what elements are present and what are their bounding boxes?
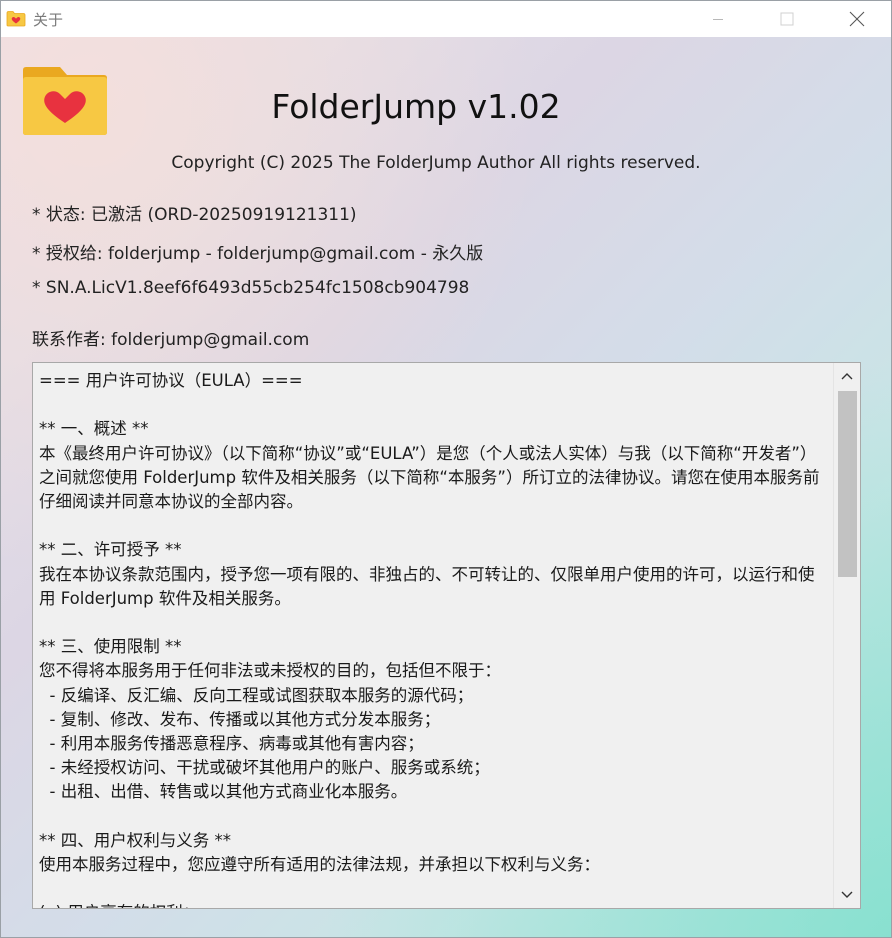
eula-scrollbar[interactable] (833, 363, 860, 908)
folder-heart-icon (6, 11, 26, 27)
minimize-icon (713, 19, 723, 20)
app-name: FolderJump v1.02 (271, 87, 561, 126)
maximize-icon (780, 12, 794, 26)
licensed-to: * 授权给: folderjump - folderjump@gmail.com… (32, 244, 484, 264)
scroll-thumb[interactable] (838, 391, 857, 577)
minimize-button[interactable] (695, 1, 741, 37)
window-title: 关于 (33, 11, 64, 29)
eula-text[interactable]: === 用户许可协议（EULA）=== ** 一、概述 ** 本《最终用户许可协… (39, 369, 829, 908)
scroll-up-button[interactable] (834, 363, 860, 389)
copyright-text: Copyright (C) 2025 The FolderJump Author… (171, 153, 701, 173)
contact-author: 联系作者: folderjump@gmail.com (32, 330, 310, 350)
license-status: * 状态: 已激活 (ORD-20250919121311) (32, 205, 357, 225)
chevron-up-icon (841, 373, 853, 380)
close-icon (849, 11, 865, 27)
about-window: 关于 FolderJump v1.02 Copyright (C) 2025 T… (0, 0, 892, 938)
about-content: FolderJump v1.02 Copyright (C) 2025 The … (1, 37, 891, 937)
app-title: FolderJump v1.02 (1, 87, 831, 126)
eula-textbox[interactable]: === 用户许可协议（EULA）=== ** 一、概述 ** 本《最终用户许可协… (32, 362, 861, 909)
chevron-down-icon (841, 891, 853, 898)
close-button[interactable] (834, 1, 880, 37)
scroll-down-button[interactable] (834, 882, 860, 908)
maximize-button[interactable] (764, 1, 810, 37)
title-bar[interactable]: 关于 (1, 1, 891, 37)
serial-number: * SN.A.LicV1.8eef6f6493d55cb254fc1508cb9… (32, 278, 470, 298)
